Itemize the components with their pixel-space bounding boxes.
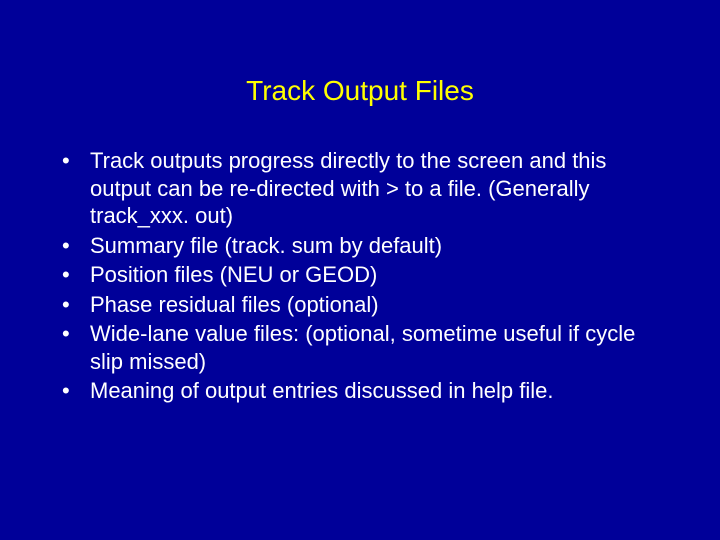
slide: Track Output Files Track outputs progres… bbox=[0, 75, 720, 540]
list-item: Position files (NEU or GEOD) bbox=[56, 261, 664, 289]
bullet-list: Track outputs progress directly to the s… bbox=[56, 147, 664, 405]
list-item: Track outputs progress directly to the s… bbox=[56, 147, 664, 230]
list-item: Meaning of output entries discussed in h… bbox=[56, 377, 664, 405]
list-item: Summary file (track. sum by default) bbox=[56, 232, 664, 260]
slide-title: Track Output Files bbox=[0, 75, 720, 107]
list-item: Phase residual files (optional) bbox=[56, 291, 664, 319]
list-item: Wide-lane value files: (optional, someti… bbox=[56, 320, 664, 375]
slide-body: Track outputs progress directly to the s… bbox=[56, 147, 664, 405]
